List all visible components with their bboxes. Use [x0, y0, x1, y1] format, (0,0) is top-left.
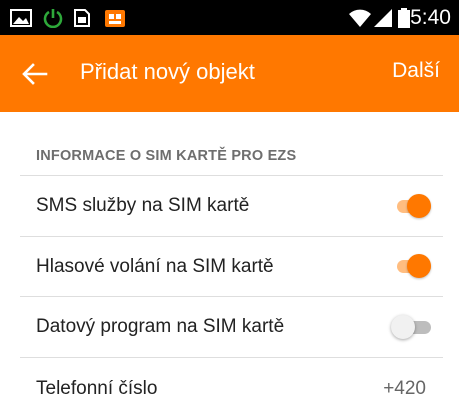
section-header: INFORMACE O SIM KARTĚ PRO EZS — [36, 148, 297, 164]
status-bar: 15:40 — [0, 0, 459, 35]
signal-icon — [372, 8, 394, 28]
list-item-data[interactable]: Datový program na SIM kartě — [0, 297, 459, 357]
list-item-phone[interactable]: Telefonní číslo +420 — [0, 358, 459, 418]
list-item-voice[interactable]: Hlasové volání na SIM kartě — [0, 237, 459, 297]
sms-toggle[interactable] — [391, 194, 431, 218]
back-arrow-icon[interactable] — [18, 57, 52, 91]
voice-toggle[interactable] — [391, 254, 431, 278]
next-button[interactable]: Další — [392, 59, 440, 83]
toggle-thumb — [407, 254, 431, 278]
toggle-thumb — [407, 194, 431, 218]
status-time: 15:40 — [398, 6, 451, 29]
sms-label: SMS služby na SIM kartě — [36, 195, 250, 216]
data-toggle[interactable] — [391, 315, 431, 339]
security-icon — [104, 8, 126, 28]
toggle-thumb — [391, 315, 415, 339]
gallery-icon — [10, 8, 32, 28]
wifi-icon — [348, 8, 372, 28]
phone-label: Telefonní číslo — [36, 378, 158, 399]
app-bar: Přidat nový objekt Další — [0, 35, 459, 112]
power-icon — [43, 8, 63, 28]
sim-icon — [72, 8, 92, 28]
page-title: Přidat nový objekt — [80, 59, 255, 84]
list-item-sms[interactable]: SMS služby na SIM kartě — [0, 176, 459, 236]
data-label: Datový program na SIM kartě — [36, 316, 285, 337]
phone-value[interactable]: +420 — [383, 378, 426, 400]
voice-label: Hlasové volání na SIM kartě — [36, 256, 274, 277]
